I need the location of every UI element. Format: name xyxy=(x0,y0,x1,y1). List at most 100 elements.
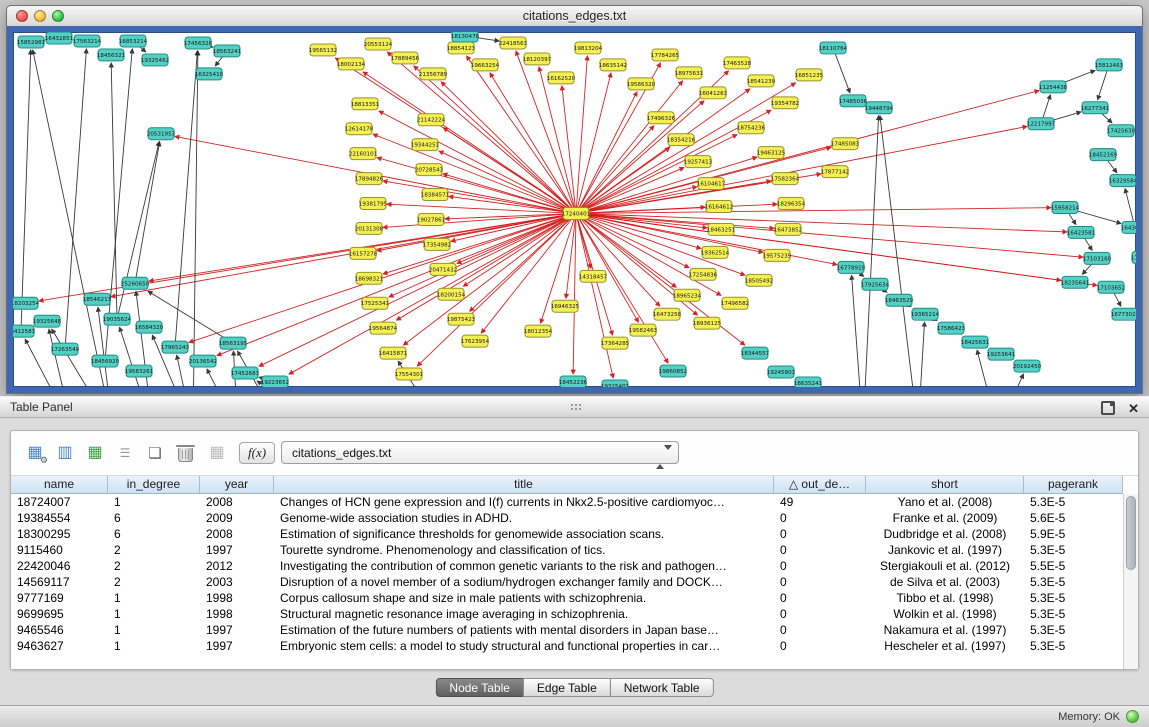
graph-node[interactable]: 18344557 xyxy=(741,347,770,359)
graph-node[interactable]: 18541239 xyxy=(747,75,776,87)
graph-node[interactable]: 17103652 xyxy=(1097,281,1125,293)
graph-node[interactable]: 16853214 xyxy=(119,35,148,47)
graph-node[interactable]: 18235641 xyxy=(1061,276,1090,288)
graph-node[interactable]: 18754236 xyxy=(737,122,766,134)
graph-node[interactable]: 16778919 xyxy=(837,261,866,273)
delete-table-icon[interactable] xyxy=(178,448,193,462)
graph-node[interactable]: 19875423 xyxy=(447,313,476,325)
graph-node[interactable]: 16584320 xyxy=(135,321,164,333)
tab-network-table[interactable]: Network Table xyxy=(610,678,714,697)
table-row[interactable]: 969969511998Structural magnetic resonanc… xyxy=(11,606,1123,622)
graph-node[interactable]: 22418563 xyxy=(499,37,528,49)
graph-node[interactable]: 18425631 xyxy=(961,336,990,348)
column-header[interactable]: title xyxy=(274,476,774,494)
graph-node[interactable]: 17263549 xyxy=(51,343,80,355)
graph-node[interactable]: 15812463 xyxy=(1095,59,1124,71)
graph-node[interactable]: 17452683 xyxy=(231,367,260,379)
graph-node[interactable]: 15958214 xyxy=(1051,202,1080,214)
tab-edge-table[interactable]: Edge Table xyxy=(523,678,611,697)
column-header[interactable]: year xyxy=(200,476,274,494)
graph-node[interactable]: 19582463 xyxy=(629,324,658,336)
graph-node[interactable]: 18452169 xyxy=(1089,149,1118,161)
graph-node[interactable]: 18635142 xyxy=(599,59,627,71)
column-header[interactable]: in_degree xyxy=(108,476,200,494)
graph-node[interactable]: 21142224 xyxy=(417,114,446,126)
table-row[interactable]: 1456911722003Disruption of a novel membe… xyxy=(11,574,1123,590)
graph-node[interactable]: 17485036 xyxy=(839,95,868,107)
graph-node[interactable]: 18120397 xyxy=(523,53,552,65)
table-scrollbar-thumb[interactable] xyxy=(1126,496,1136,570)
float-panel-icon[interactable] xyxy=(1101,401,1115,415)
graph-node[interactable]: 18012354 xyxy=(524,325,553,337)
graph-node[interactable]: 19448794 xyxy=(865,102,894,114)
manage-table-icon[interactable] xyxy=(23,441,47,465)
graph-node[interactable]: 19245803 xyxy=(767,366,796,378)
graph-node[interactable]: 18975631 xyxy=(675,67,704,79)
table-row[interactable]: 977716911998Corpus callosum shape and si… xyxy=(11,590,1123,606)
table-row[interactable]: 911546021997Tourette syndrome. Phenomeno… xyxy=(11,542,1123,558)
graph-node[interactable]: 18813351 xyxy=(351,98,380,110)
graph-node[interactable]: 19663254 xyxy=(471,59,500,71)
graph-node[interactable]: 17784265 xyxy=(651,49,680,61)
table-row[interactable]: 2242004622012Investigating the contribut… xyxy=(11,558,1123,574)
graph-node[interactable]: 17254836 xyxy=(689,268,718,280)
graph-node[interactable]: 18698321 xyxy=(355,272,384,284)
graph-node[interactable]: 19860852 xyxy=(659,365,687,377)
graph-node[interactable]: 19586320 xyxy=(627,78,656,90)
table-row[interactable]: 946362711997Embryonic stem cells: a mode… xyxy=(11,638,1123,654)
graph-node[interactable]: 14318457 xyxy=(579,270,608,282)
column-header[interactable]: △ out_de… xyxy=(774,476,866,494)
graph-node[interactable]: 16162520 xyxy=(547,72,576,84)
graph-node[interactable]: 18635241 xyxy=(794,377,823,387)
graph-node[interactable]: 18563241 xyxy=(213,45,242,57)
graph-node[interactable]: 20192450 xyxy=(1013,360,1042,372)
graph-node[interactable]: 16415871 xyxy=(379,347,408,359)
graph-node[interactable]: 18296354 xyxy=(777,198,806,210)
graph-node[interactable]: 16277341 xyxy=(1081,102,1110,114)
graph-node[interactable]: 17623954 xyxy=(461,335,490,347)
column-header[interactable]: name xyxy=(11,476,108,494)
graph-node[interactable]: 12614178 xyxy=(345,123,374,135)
graph-node[interactable]: 11254438 xyxy=(1039,81,1068,93)
graph-node[interactable]: 18854123 xyxy=(447,42,476,54)
graph-node[interactable]: 17554301 xyxy=(395,368,424,380)
graph-node[interactable]: 18130478 xyxy=(451,32,480,42)
table-scrollbar[interactable] xyxy=(1123,494,1138,669)
graph-node[interactable]: 19325462 xyxy=(141,54,169,66)
graph-node[interactable]: 18463251 xyxy=(707,223,736,235)
graph-node[interactable]: 18546213 xyxy=(83,293,112,305)
graph-node[interactable]: 17354982 xyxy=(423,238,451,250)
graph-node[interactable]: 17582364 xyxy=(771,173,800,185)
graph-node[interactable]: 19381795 xyxy=(359,198,388,210)
graph-node[interactable]: 18505492 xyxy=(745,274,773,286)
table-row[interactable]: 1872400712008Changes of HCN gene express… xyxy=(11,494,1123,510)
graph-node[interactable]: 16412583 xyxy=(13,325,36,337)
graph-node[interactable]: 19362514 xyxy=(701,246,730,258)
graph-node[interactable]: 20131308 xyxy=(355,222,384,234)
select-rows-icon[interactable] xyxy=(83,441,107,465)
table-row[interactable]: 946554611997Estimation of the future num… xyxy=(11,622,1123,638)
graph-node[interactable]: 17586423 xyxy=(937,322,966,334)
graph-node[interactable]: 16329584 xyxy=(1109,175,1136,187)
graph-node[interactable]: 20553124 xyxy=(364,38,393,50)
graph-node[interactable]: 18463529 xyxy=(885,294,914,306)
graph-node[interactable]: 17965243 xyxy=(161,341,190,353)
tab-node-table[interactable]: Node Table xyxy=(435,678,524,697)
graph-node[interactable]: 16436619 xyxy=(1121,221,1136,233)
import-table-icon[interactable] xyxy=(205,441,229,465)
graph-node[interactable]: 16946325 xyxy=(551,300,580,312)
graph-node[interactable]: 16423581 xyxy=(1067,226,1096,238)
graph-node[interactable]: 16773023 xyxy=(1111,308,1136,320)
graph-node[interactable]: 18200154 xyxy=(437,288,466,300)
graph-node[interactable]: 16041263 xyxy=(699,87,728,99)
graph-node[interactable]: 16325410 xyxy=(195,68,224,80)
new-table-icon[interactable] xyxy=(143,441,167,465)
graph-node[interactable]: 25260650 xyxy=(121,277,150,289)
graph-node[interactable]: 18354216 xyxy=(667,134,696,146)
graph-node[interactable]: 19564874 xyxy=(369,322,398,334)
graph-node[interactable]: 19583261 xyxy=(125,365,154,377)
graph-node[interactable]: 17889456 xyxy=(391,52,420,64)
graph-node[interactable]: 18965234 xyxy=(673,289,702,301)
graph-node[interactable]: 18456321 xyxy=(97,49,126,61)
graph-node[interactable]: 20531953 xyxy=(147,128,176,140)
